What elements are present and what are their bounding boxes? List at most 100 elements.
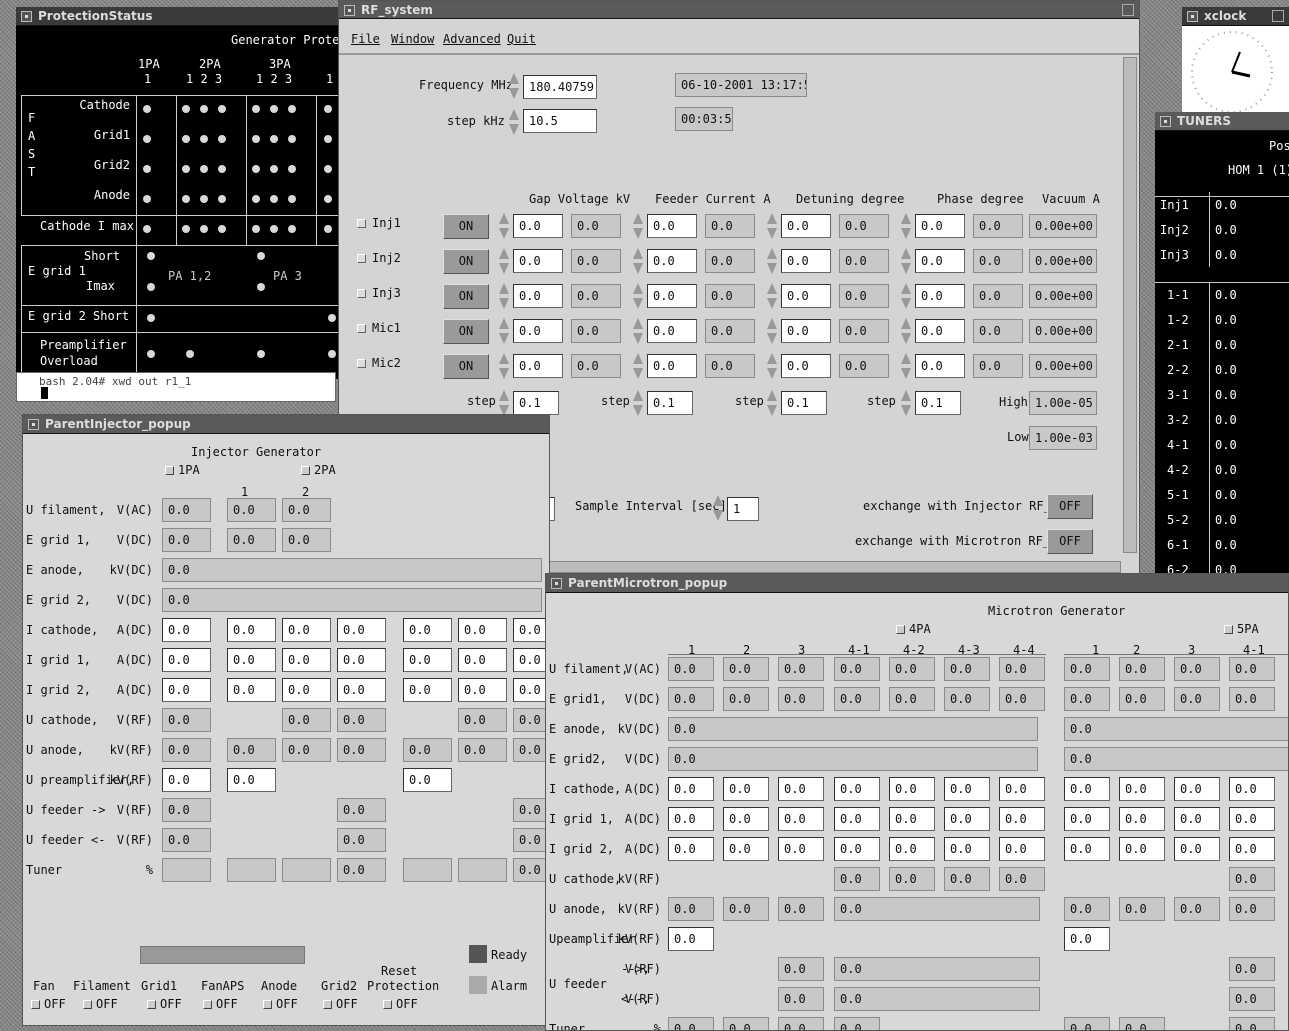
param-input[interactable]: 0.0 <box>778 777 824 801</box>
param-input[interactable]: 0.0 <box>1119 777 1165 801</box>
value-spinner-icon[interactable] <box>765 247 779 275</box>
value-spinner-icon[interactable] <box>899 317 913 345</box>
step-spinner-icon[interactable] <box>899 389 913 417</box>
value-spinner-icon[interactable] <box>899 247 913 275</box>
value-spinner-icon[interactable] <box>631 247 645 275</box>
value-spinner-icon[interactable] <box>765 317 779 345</box>
value-spinner-icon[interactable] <box>497 282 511 310</box>
window-menu-icon[interactable] <box>1160 116 1171 127</box>
param-input[interactable]: 0.0 <box>458 678 507 702</box>
maximize-icon[interactable] <box>1272 10 1284 22</box>
param-input[interactable]: 0.0 <box>723 837 769 861</box>
step-input[interactable]: 0.1 <box>915 391 961 415</box>
param-input[interactable]: 0.0 <box>889 777 935 801</box>
step-spinner-icon[interactable] <box>765 389 779 417</box>
window-menu-icon[interactable] <box>551 578 562 589</box>
step-spinner-icon[interactable] <box>631 389 645 417</box>
step-khz-input[interactable]: 10.5 <box>523 109 597 133</box>
bottom-off-toggle[interactable]: OFF <box>147 997 182 1011</box>
value-spinner-icon[interactable] <box>497 247 511 275</box>
bottom-off-toggle[interactable]: OFF <box>323 997 358 1011</box>
param-input[interactable]: 0.0 <box>403 678 452 702</box>
channel-on-button[interactable]: ON <box>443 354 489 379</box>
param-input[interactable]: 0.0 <box>1174 807 1220 831</box>
param-input[interactable]: 0.0 <box>778 807 824 831</box>
frequency-input[interactable]: 180.40759 <box>523 75 597 99</box>
menu-advanced[interactable]: Advanced <box>443 32 501 46</box>
tuners-titlebar[interactable]: TUNERS <box>1155 112 1289 131</box>
param-input[interactable]: 0.0 <box>1119 837 1165 861</box>
param-input[interactable]: 0.0 <box>282 618 331 642</box>
sample-interval-input[interactable]: 1 <box>727 497 759 521</box>
param-input[interactable]: 0.0 <box>162 618 211 642</box>
window-menu-icon[interactable] <box>28 419 39 430</box>
param-input[interactable]: 0.0 <box>1229 837 1275 861</box>
param-input[interactable]: 0.0 <box>458 648 507 672</box>
param-input[interactable]: 0.0 <box>723 807 769 831</box>
setpoint-input[interactable]: 0.0 <box>513 319 563 343</box>
param-input[interactable]: 0.0 <box>944 837 990 861</box>
window-menu-icon[interactable] <box>21 11 32 22</box>
value-spinner-icon[interactable] <box>631 282 645 310</box>
value-spinner-icon[interactable] <box>497 352 511 380</box>
param-input[interactable]: 0.0 <box>1064 837 1110 861</box>
channel-checkbox[interactable] <box>357 254 366 263</box>
value-spinner-icon[interactable] <box>631 317 645 345</box>
step-input[interactable]: 0.1 <box>647 391 693 415</box>
step-input[interactable]: 0.1 <box>513 391 559 415</box>
injector-titlebar[interactable]: ParentInjector_popup <box>23 415 549 434</box>
param-input[interactable]: 0.0 <box>403 648 452 672</box>
param-input[interactable]: 0.0 <box>889 807 935 831</box>
param-input[interactable]: 0.0 <box>282 678 331 702</box>
param-input[interactable]: 0.0 <box>162 648 211 672</box>
setpoint-input[interactable]: 0.0 <box>781 214 831 238</box>
setpoint-input[interactable]: 0.0 <box>647 214 697 238</box>
bottom-off-toggle[interactable]: OFF <box>203 997 238 1011</box>
setpoint-input[interactable]: 0.0 <box>513 284 563 308</box>
channel-checkbox[interactable] <box>357 324 366 333</box>
param-input[interactable]: 0.0 <box>227 678 276 702</box>
param-input[interactable]: 0.0 <box>723 777 769 801</box>
value-spinner-icon[interactable] <box>631 212 645 240</box>
menu-file[interactable]: File <box>351 32 380 46</box>
param-input[interactable]: 0.0 <box>337 678 386 702</box>
channel-on-button[interactable]: ON <box>443 284 489 309</box>
value-spinner-icon[interactable] <box>899 212 913 240</box>
menu-window[interactable]: Window <box>391 32 434 46</box>
param-input[interactable]: 0.0 <box>668 837 714 861</box>
channel-on-button[interactable]: ON <box>443 249 489 274</box>
param-input[interactable]: 0.0 <box>337 618 386 642</box>
param-input[interactable]: 0.0 <box>1229 807 1275 831</box>
protection-titlebar[interactable]: ProtectionStatus <box>16 7 338 26</box>
bottom-off-toggle[interactable]: OFF <box>383 997 418 1011</box>
channel-checkbox[interactable] <box>357 219 366 228</box>
param-input[interactable]: 0.0 <box>1229 777 1275 801</box>
setpoint-input[interactable]: 0.0 <box>647 354 697 378</box>
param-input[interactable]: 0.0 <box>458 618 507 642</box>
setpoint-input[interactable]: 0.0 <box>513 249 563 273</box>
param-input[interactable]: 0.0 <box>999 777 1045 801</box>
param-input[interactable]: 0.0 <box>944 807 990 831</box>
channel-on-button[interactable]: ON <box>443 214 489 239</box>
bottom-off-toggle[interactable]: OFF <box>263 997 298 1011</box>
value-spinner-icon[interactable] <box>631 352 645 380</box>
param-input[interactable]: 0.0 <box>162 768 211 792</box>
step-spinner-icon[interactable] <box>507 108 521 136</box>
param-input[interactable]: 0.0 <box>668 807 714 831</box>
setpoint-input[interactable]: 0.0 <box>915 354 965 378</box>
value-spinner-icon[interactable] <box>765 352 779 380</box>
setpoint-input[interactable]: 0.0 <box>647 249 697 273</box>
param-input[interactable]: 0.0 <box>1174 837 1220 861</box>
param-input[interactable]: 0.0 <box>668 927 714 951</box>
exchange-microtron-off-button[interactable]: OFF <box>1047 529 1093 554</box>
param-input[interactable]: 0.0 <box>944 777 990 801</box>
param-input[interactable]: 0.0 <box>162 678 211 702</box>
param-input[interactable]: 0.0 <box>778 837 824 861</box>
channel-on-button[interactable]: ON <box>443 319 489 344</box>
xclock-titlebar[interactable]: xclock <box>1182 7 1289 26</box>
setpoint-input[interactable]: 0.0 <box>781 319 831 343</box>
param-input[interactable]: 0.0 <box>889 837 935 861</box>
setpoint-input[interactable]: 0.0 <box>647 319 697 343</box>
setpoint-input[interactable]: 0.0 <box>915 214 965 238</box>
value-spinner-icon[interactable] <box>899 282 913 310</box>
